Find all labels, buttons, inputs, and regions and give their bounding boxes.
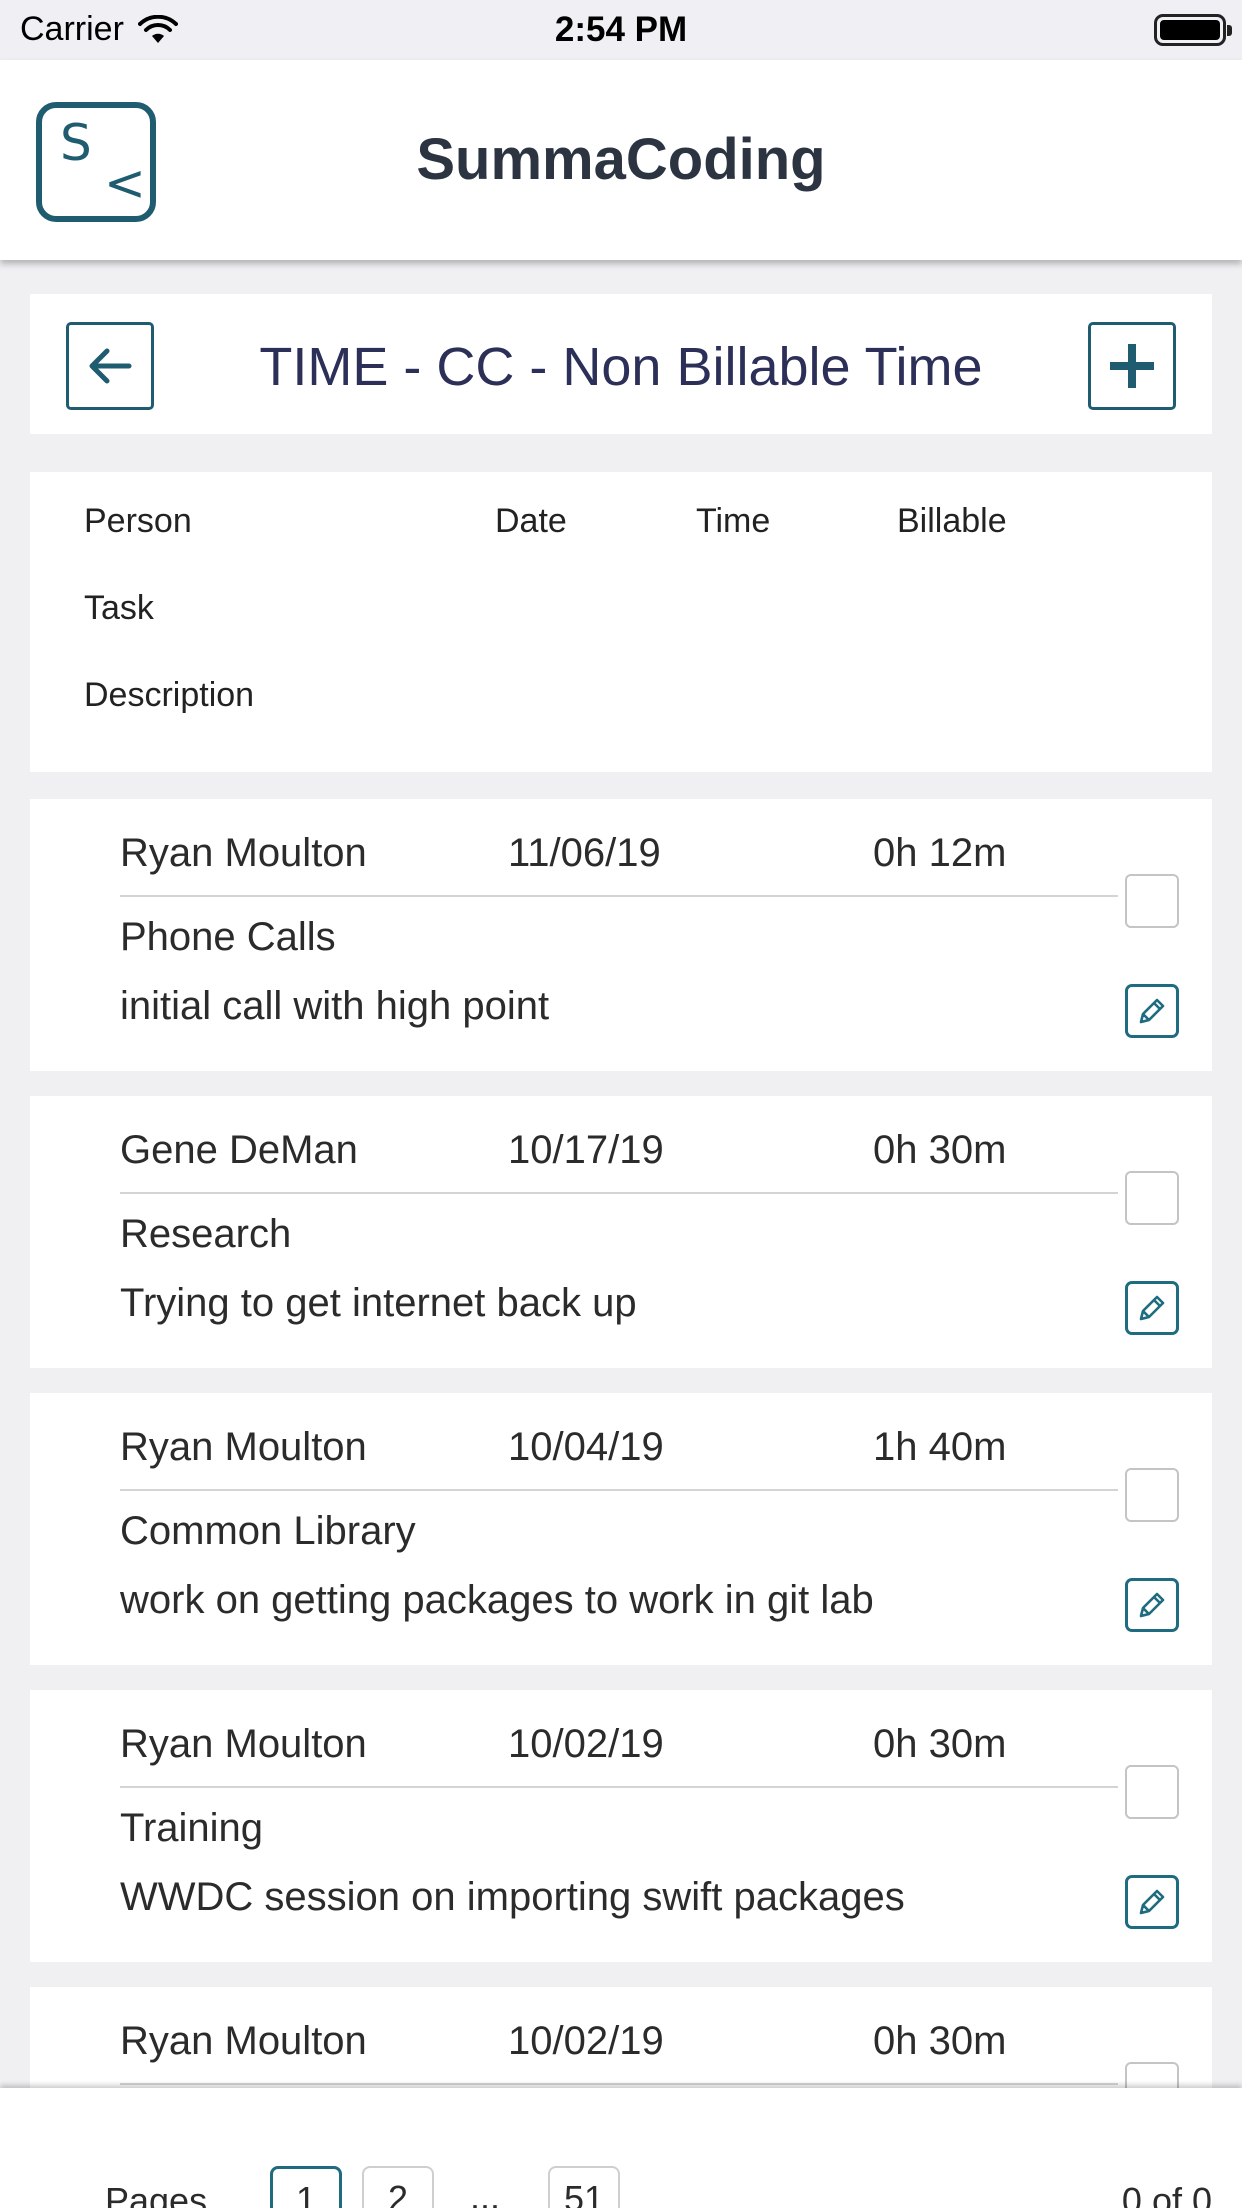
app-header: S < SummaCoding bbox=[0, 60, 1242, 260]
sort-person[interactable]: Person bbox=[84, 502, 192, 541]
entry-date: 10/02/19 bbox=[508, 2019, 664, 2063]
time-entry[interactable]: Gene DeMan 10/17/19 0h 30m Research Tryi… bbox=[30, 1096, 1212, 1368]
edit-entry-button[interactable] bbox=[1125, 1578, 1179, 1632]
entry-date: 10/17/19 bbox=[508, 1128, 664, 1172]
entry-time: 1h 40m bbox=[873, 1425, 1007, 1469]
pencil-icon bbox=[1139, 998, 1165, 1024]
entry-description: WWDC session on importing swift packages bbox=[120, 1875, 905, 1919]
billable-checkbox[interactable] bbox=[1125, 874, 1179, 928]
divider bbox=[120, 1192, 1118, 1194]
page-button-2[interactable]: 2 bbox=[362, 2166, 434, 2208]
divider bbox=[120, 1489, 1118, 1491]
divider bbox=[120, 1786, 1118, 1788]
project-header: TIME - CC - Non Billable Time bbox=[30, 294, 1212, 434]
pages-ellipsis: ... bbox=[470, 2176, 501, 2208]
entry-date: 11/06/19 bbox=[508, 831, 661, 875]
entry-person: Ryan Moulton bbox=[120, 1425, 367, 1469]
pencil-icon bbox=[1139, 1889, 1165, 1915]
entry-description: work on getting packages to work in git … bbox=[120, 1578, 874, 1622]
plus-icon bbox=[1110, 344, 1154, 388]
project-title: TIME - CC - Non Billable Time bbox=[259, 337, 983, 397]
entry-person: Ryan Moulton bbox=[120, 2019, 367, 2063]
entry-description: initial call with high point bbox=[120, 984, 550, 1028]
status-bar: Carrier 2:54 PM bbox=[0, 0, 1242, 60]
entry-date: 10/04/19 bbox=[508, 1425, 664, 1469]
billable-checkbox[interactable] bbox=[1125, 1765, 1179, 1819]
time-entry[interactable]: Ryan Moulton 10/04/19 1h 40m Common Libr… bbox=[30, 1393, 1212, 1665]
record-count: 0 of 0 bbox=[1121, 2180, 1212, 2208]
app-title: SummaCoding bbox=[416, 127, 826, 192]
pencil-icon bbox=[1139, 1295, 1165, 1321]
entry-time: 0h 30m bbox=[873, 2019, 1007, 2063]
sort-task[interactable]: Task bbox=[84, 589, 154, 628]
add-entry-button[interactable] bbox=[1088, 322, 1176, 410]
entry-time: 0h 30m bbox=[873, 1722, 1007, 1766]
entry-description: Trying to get internet back up bbox=[120, 1281, 637, 1325]
entry-person: Gene DeMan bbox=[120, 1128, 358, 1172]
sort-billable[interactable]: Billable bbox=[897, 502, 1007, 541]
entry-person: Ryan Moulton bbox=[120, 831, 367, 875]
entry-task: Research bbox=[120, 1212, 292, 1256]
page-button-last[interactable]: 51 bbox=[548, 2166, 621, 2208]
status-time: 2:54 PM bbox=[554, 10, 688, 49]
billable-checkbox[interactable] bbox=[1125, 1468, 1179, 1522]
entry-date: 10/02/19 bbox=[508, 1722, 664, 1766]
entry-task: Common Library bbox=[120, 1509, 416, 1553]
entry-person: Ryan Moulton bbox=[120, 1722, 367, 1766]
sort-description[interactable]: Description bbox=[84, 676, 254, 715]
entry-time: 0h 30m bbox=[873, 1128, 1007, 1172]
billable-checkbox[interactable] bbox=[1125, 1171, 1179, 1225]
pagination-bar: Pages 1 2 ... 51 0 of 0 bbox=[0, 2088, 1242, 2208]
time-entry[interactable]: Ryan Moulton 10/02/19 0h 30m Training WW… bbox=[30, 1690, 1212, 1962]
sort-time[interactable]: Time bbox=[696, 502, 770, 541]
sort-date[interactable]: Date bbox=[495, 502, 567, 541]
battery-icon bbox=[1154, 14, 1232, 46]
entry-task: Training bbox=[120, 1806, 264, 1850]
column-header: Person Date Time Billable Task Descripti… bbox=[30, 472, 1212, 772]
divider bbox=[120, 895, 1118, 897]
entry-task: Phone Calls bbox=[120, 915, 336, 959]
time-entry[interactable]: Ryan Moulton 11/06/19 0h 12m Phone Calls… bbox=[30, 799, 1212, 1071]
edit-entry-button[interactable] bbox=[1125, 1281, 1179, 1335]
edit-entry-button[interactable] bbox=[1125, 1875, 1179, 1929]
entry-time: 0h 12m bbox=[873, 831, 1007, 875]
page-button-1[interactable]: 1 bbox=[270, 2166, 342, 2208]
edit-entry-button[interactable] bbox=[1125, 984, 1179, 1038]
divider bbox=[120, 2083, 1118, 2085]
pages-label: Pages bbox=[105, 2180, 208, 2208]
pencil-icon bbox=[1139, 1592, 1165, 1618]
